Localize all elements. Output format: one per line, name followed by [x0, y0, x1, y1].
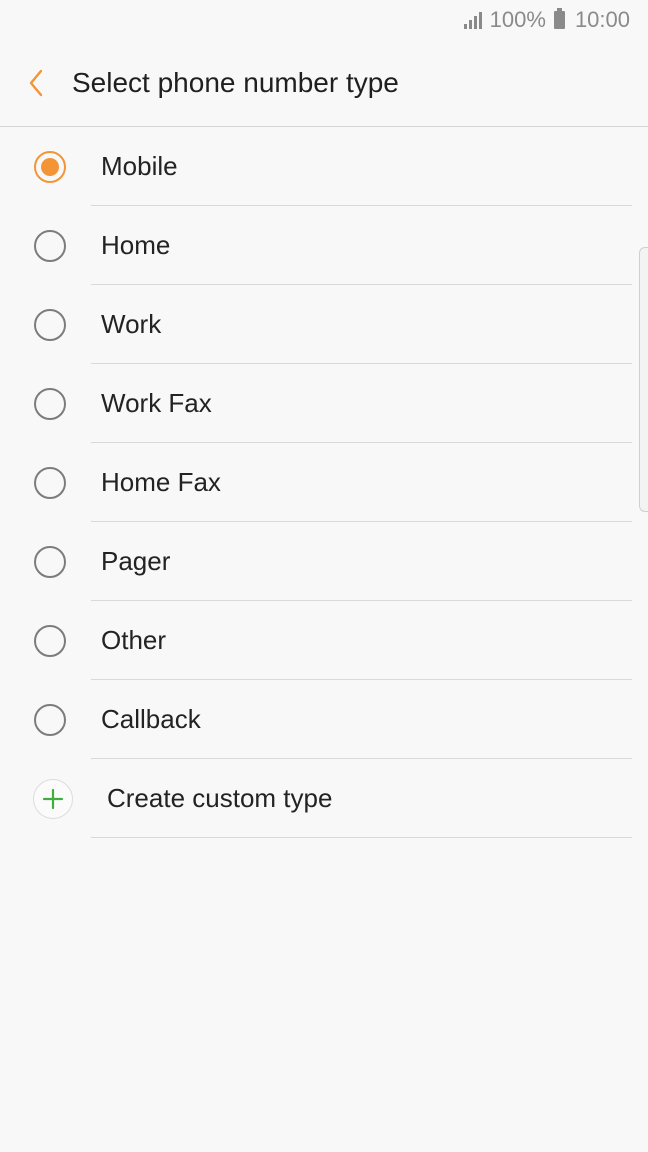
option-label: Other — [101, 625, 167, 655]
option-label: Home Fax — [101, 467, 221, 497]
radio-selected-icon[interactable] — [34, 150, 66, 183]
create-custom-type-button[interactable]: Create custom type — [0, 759, 648, 838]
option-pager[interactable]: Pager — [0, 522, 648, 601]
plus-icon — [33, 778, 73, 819]
clock: 10:00 — [574, 7, 630, 32]
option-label: Mobile — [101, 151, 178, 181]
option-label: Work Fax — [101, 388, 212, 418]
battery-percentage: 100% — [489, 7, 546, 32]
back-button[interactable] — [0, 40, 72, 127]
signal-icon — [463, 11, 482, 29]
option-home[interactable]: Home — [0, 206, 648, 285]
radio-icon[interactable] — [34, 703, 66, 736]
create-custom-type-label: Create custom type — [107, 783, 333, 813]
battery-icon — [553, 8, 565, 29]
option-label: Work — [101, 309, 162, 339]
radio-icon[interactable] — [34, 387, 66, 420]
option-other[interactable]: Other — [0, 601, 648, 680]
status-bar: 100% 10:00 — [0, 0, 648, 40]
radio-icon[interactable] — [34, 545, 66, 578]
option-work[interactable]: Work — [0, 285, 648, 364]
scroll-handle[interactable] — [639, 247, 648, 512]
option-label: Home — [101, 230, 171, 260]
option-label: Callback — [101, 704, 201, 734]
option-label: Pager — [101, 546, 171, 576]
radio-icon[interactable] — [34, 229, 66, 262]
option-mobile[interactable]: Mobile — [0, 127, 648, 206]
phone-type-list: Mobile Home Work Work Fax Home Fax Pager… — [0, 127, 648, 838]
page-title: Select phone number type — [72, 67, 399, 98]
radio-icon[interactable] — [34, 624, 66, 657]
chevron-left-icon — [29, 69, 43, 97]
radio-icon[interactable] — [34, 308, 66, 341]
app-bar: Select phone number type — [0, 40, 648, 127]
option-home-fax[interactable]: Home Fax — [0, 443, 648, 522]
radio-icon[interactable] — [34, 466, 66, 499]
option-work-fax[interactable]: Work Fax — [0, 364, 648, 443]
option-callback[interactable]: Callback — [0, 680, 648, 759]
